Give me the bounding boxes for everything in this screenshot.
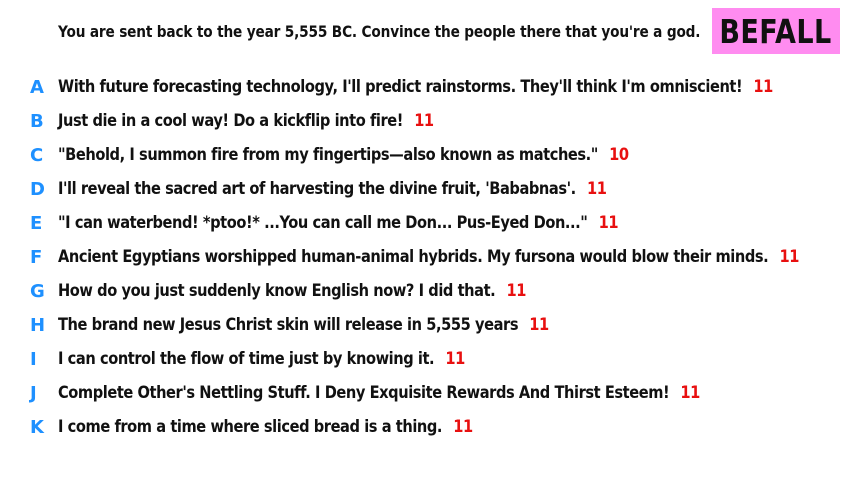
answer-row-b: B Just die in a cool way! Do a kickflip … — [0, 104, 853, 138]
answer-score: 11 — [453, 417, 473, 437]
answer-body: I'll reveal the sacred art of harvesting… — [58, 179, 576, 199]
answer-body: I come from a time where sliced bread is… — [58, 417, 443, 437]
answer-score: 11 — [779, 247, 799, 267]
answer-text: "I can waterbend! *ptoo!* ...You can cal… — [58, 213, 619, 233]
answer-row-i: I I can control the flow of time just by… — [0, 342, 853, 376]
answer-text: I'll reveal the sacred art of harvesting… — [58, 179, 607, 199]
answer-row-g: G How do you just suddenly know English … — [0, 274, 853, 308]
answer-letter: C — [30, 144, 44, 166]
answer-letter: A — [30, 76, 44, 98]
answer-letter: K — [30, 416, 44, 438]
answer-text: Just die in a cool way! Do a kickflip in… — [58, 111, 434, 131]
answer-score: 11 — [445, 349, 465, 369]
answer-row-c: C "Behold, I summon fire from my fingert… — [0, 138, 853, 172]
answer-text: "Behold, I summon fire from my fingertip… — [58, 145, 629, 165]
answer-score: 11 — [753, 77, 773, 97]
answer-row-h: H The brand new Jesus Christ skin will r… — [0, 308, 853, 342]
answer-text: I come from a time where sliced bread is… — [58, 417, 473, 437]
answer-body: Ancient Egyptians worshipped human-anima… — [58, 247, 769, 267]
answer-text: Ancient Egyptians worshipped human-anima… — [58, 247, 799, 267]
answer-score: 11 — [680, 383, 700, 403]
answer-score: 11 — [506, 281, 526, 301]
answer-body: How do you just suddenly know English no… — [58, 281, 496, 301]
answer-letter: D — [30, 178, 45, 200]
answer-letter: B — [30, 110, 44, 132]
answer-body: The brand new Jesus Christ skin will rel… — [58, 315, 519, 335]
answer-letter: H — [30, 314, 46, 336]
answer-row-k: K I come from a time where sliced bread … — [0, 410, 853, 444]
answer-text: With future forecasting technology, I'll… — [58, 77, 773, 97]
answer-row-j: J Complete Other's Nettling Stuff. I Den… — [0, 376, 853, 410]
answer-body: Just die in a cool way! Do a kickflip in… — [58, 111, 404, 131]
answer-text: How do you just suddenly know English no… — [58, 281, 526, 301]
answer-letter: J — [30, 382, 37, 404]
prompt-text: You are sent back to the year 5,555 BC. … — [58, 22, 701, 41]
answer-row-f: F Ancient Egyptians worshipped human-ani… — [0, 240, 853, 274]
answer-text: I can control the flow of time just by k… — [58, 349, 465, 369]
answer-body: Complete Other's Nettling Stuff. I Deny … — [58, 383, 670, 403]
answer-score: 10 — [609, 145, 629, 165]
answer-letter: I — [30, 348, 37, 370]
answer-row-d: D I'll reveal the sacred art of harvesti… — [0, 172, 853, 206]
answer-body: "I can waterbend! *ptoo!* ...You can cal… — [58, 213, 588, 233]
befall-badge: BEFALL — [712, 8, 840, 54]
answer-row-a: A With future forecasting technology, I'… — [0, 70, 853, 104]
answer-body: I can control the flow of time just by k… — [58, 349, 435, 369]
answer-score: 11 — [598, 213, 619, 233]
answer-text: Complete Other's Nettling Stuff. I Deny … — [58, 383, 700, 403]
answer-letter: E — [30, 212, 43, 234]
answer-score: 11 — [586, 179, 607, 199]
badge-label: BEFALL — [719, 11, 833, 51]
answer-body: With future forecasting technology, I'll… — [58, 77, 743, 97]
answer-body: "Behold, I summon fire from my fingertip… — [58, 145, 598, 165]
answer-score: 11 — [529, 315, 549, 335]
answer-score: 11 — [414, 111, 434, 131]
answer-letter: F — [30, 246, 43, 268]
answer-letter: G — [30, 280, 45, 302]
answer-row-e: E "I can waterbend! *ptoo!* ...You can c… — [0, 206, 853, 240]
answer-text: The brand new Jesus Christ skin will rel… — [58, 315, 549, 335]
answer-list: A With future forecasting technology, I'… — [0, 70, 853, 444]
